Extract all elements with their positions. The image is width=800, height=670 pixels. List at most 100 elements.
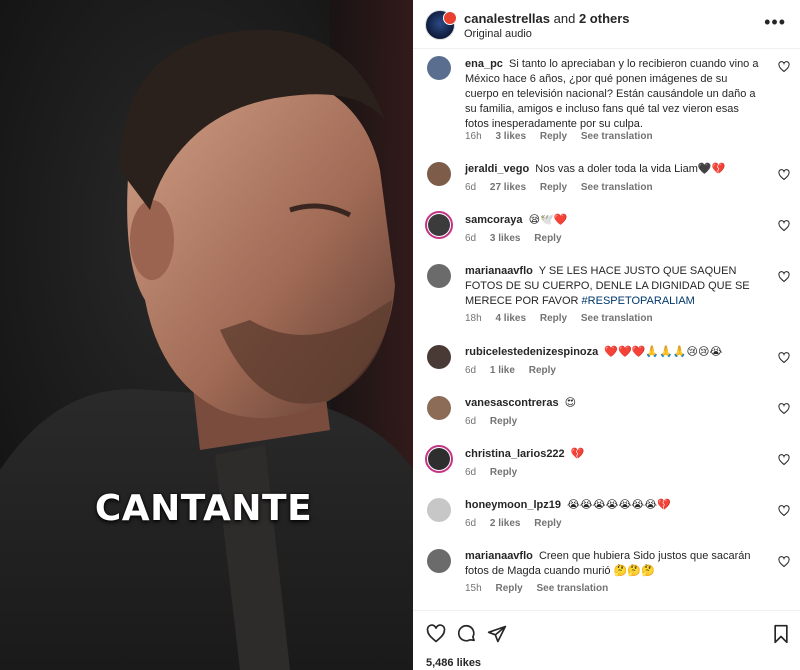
comment-text: marianaavflo Y SE LES HACE JUSTO QUE SAQ…: [465, 264, 763, 309]
comment-icon[interactable]: [457, 624, 477, 644]
heart-icon[interactable]: [426, 624, 446, 644]
comment-likes[interactable]: 2 likes: [490, 518, 521, 529]
like-comment-icon[interactable]: [778, 271, 790, 283]
comment-meta: 6d 27 likes Reply See translation: [465, 182, 664, 193]
other-authors[interactable]: 2 others: [579, 11, 630, 26]
comment-hashtag[interactable]: #RESPETOPARALIAM: [582, 295, 695, 307]
comment-meta: 6d Reply: [465, 467, 528, 478]
like-comment-icon[interactable]: [778, 403, 790, 415]
comment-meta: 6d 2 likes Reply: [465, 518, 573, 529]
video-frame: [0, 0, 413, 670]
comment-meta: 18h 4 likes Reply See translation: [465, 313, 664, 324]
comment-text: honeymoon_lpz19 😭😭😭😭😭😭😭💔: [465, 498, 763, 513]
reply-button[interactable]: Reply: [540, 182, 567, 193]
video-player[interactable]: CANTANTE: [0, 0, 413, 670]
comment-body: Si tanto lo apreciaban y lo recibieron c…: [465, 58, 759, 130]
commenter-avatar[interactable]: [427, 396, 451, 420]
like-comment-icon[interactable]: [778, 169, 790, 181]
reply-button[interactable]: Reply: [540, 313, 567, 324]
comment-likes[interactable]: 3 likes: [495, 131, 526, 142]
comment-time[interactable]: 6d: [465, 233, 476, 244]
comment-time[interactable]: 6d: [465, 416, 476, 427]
post-likes-count[interactable]: 5,486 likes: [426, 657, 481, 669]
video-caption: CANTANTE: [94, 488, 313, 529]
comment-time[interactable]: 6d: [465, 365, 476, 376]
comment-body: 😭😭😭😭😭😭😭💔: [567, 499, 671, 511]
like-comment-icon[interactable]: [778, 61, 790, 73]
commenter-avatar[interactable]: [427, 264, 451, 288]
comment-body: ❤️❤️❤️🙏🙏🙏😢😢😭: [604, 346, 723, 358]
comment-username[interactable]: honeymoon_lpz19: [465, 499, 561, 511]
comment-body: Nos vas a doler toda la vida Liam🖤💔: [535, 163, 726, 175]
comment-text: ena_pc Si tanto lo apreciaban y lo recib…: [465, 57, 763, 132]
reply-button[interactable]: Reply: [490, 416, 517, 427]
authors-joiner: and: [553, 11, 576, 26]
like-comment-icon[interactable]: [778, 352, 790, 364]
post-authors[interactable]: canalestrellas and 2 others: [464, 11, 630, 26]
see-translation-button[interactable]: See translation: [581, 313, 653, 324]
comment-username[interactable]: christina_larios222: [465, 448, 565, 460]
comment-likes[interactable]: 4 likes: [495, 313, 526, 324]
reply-button[interactable]: Reply: [534, 518, 561, 529]
reply-button[interactable]: Reply: [529, 365, 556, 376]
comment-likes[interactable]: 1 like: [490, 365, 515, 376]
comment-meta: 6d Reply: [465, 416, 528, 427]
comment-time[interactable]: 6d: [465, 182, 476, 193]
comment-username[interactable]: vanesascontreras: [465, 397, 559, 409]
post-panel: canalestrellas and 2 others Original aud…: [413, 0, 800, 670]
author-username[interactable]: canalestrellas: [464, 11, 550, 26]
comment-time[interactable]: 6d: [465, 467, 476, 478]
reply-button[interactable]: Reply: [534, 233, 561, 244]
comment-username[interactable]: rubicelestedenizespinoza: [465, 346, 598, 358]
comment-time[interactable]: 16h: [465, 131, 482, 142]
reply-button[interactable]: Reply: [490, 467, 517, 478]
commenter-avatar[interactable]: [427, 345, 451, 369]
like-comment-icon[interactable]: [778, 505, 790, 517]
comment-username[interactable]: jeraldi_vego: [465, 163, 529, 175]
comment-meta: 6d 3 likes Reply: [465, 233, 573, 244]
like-comment-icon[interactable]: [778, 220, 790, 232]
comment-meta: 15h Reply See translation: [465, 583, 619, 594]
see-translation-button[interactable]: See translation: [536, 583, 608, 594]
comment-text: vanesascontreras 😍: [465, 396, 763, 411]
reply-button[interactable]: Reply: [495, 583, 522, 594]
comment-likes[interactable]: 3 likes: [490, 233, 521, 244]
commenter-avatar[interactable]: [427, 162, 451, 186]
comment-text: christina_larios222 💔: [465, 447, 763, 462]
share-icon[interactable]: [487, 624, 507, 644]
see-translation-button[interactable]: See translation: [581, 182, 653, 193]
comment-username[interactable]: marianaavflo: [465, 550, 533, 562]
commenter-avatar[interactable]: [425, 211, 453, 239]
comment-time[interactable]: 18h: [465, 313, 482, 324]
comment-text: samcoraya 😪🕊️❤️: [465, 213, 763, 228]
commenter-avatar[interactable]: [425, 445, 453, 473]
comment-username[interactable]: ena_pc: [465, 58, 503, 70]
like-comment-icon[interactable]: [778, 454, 790, 466]
comment-body: 😍: [564, 397, 577, 409]
comment-body: 💔: [570, 448, 585, 460]
action-bar: 5,486 likes: [413, 610, 800, 670]
comment-text: marianaavflo Creen que hubiera Sido just…: [465, 549, 763, 579]
commenter-avatar[interactable]: [427, 56, 451, 80]
commenter-avatar[interactable]: [427, 549, 451, 573]
commenter-avatar[interactable]: [427, 498, 451, 522]
comment-list[interactable]: ena_pc Si tanto lo apreciaban y lo recib…: [413, 49, 800, 609]
more-options-icon[interactable]: •••: [764, 12, 786, 32]
author-avatar[interactable]: [425, 10, 457, 40]
comment-meta: 16h 3 likes Reply See translation: [465, 131, 664, 142]
comment-meta: 6d 1 like Reply: [465, 365, 567, 376]
audio-label[interactable]: Original audio: [464, 28, 532, 40]
bookmark-icon[interactable]: [771, 624, 791, 644]
comment-text: rubicelestedenizespinoza ❤️❤️❤️🙏🙏🙏😢😢😭: [465, 345, 763, 360]
comment-time[interactable]: 15h: [465, 583, 482, 594]
reply-button[interactable]: Reply: [540, 131, 567, 142]
post-header: canalestrellas and 2 others Original aud…: [413, 0, 800, 49]
like-comment-icon[interactable]: [778, 556, 790, 568]
comment-likes[interactable]: 27 likes: [490, 182, 526, 193]
comment-body: 😪🕊️❤️: [528, 214, 568, 226]
comment-time[interactable]: 6d: [465, 518, 476, 529]
see-translation-button[interactable]: See translation: [581, 131, 653, 142]
comment-text: jeraldi_vego Nos vas a doler toda la vid…: [465, 162, 763, 177]
comment-username[interactable]: marianaavflo: [465, 265, 533, 277]
comment-username[interactable]: samcoraya: [465, 214, 523, 226]
